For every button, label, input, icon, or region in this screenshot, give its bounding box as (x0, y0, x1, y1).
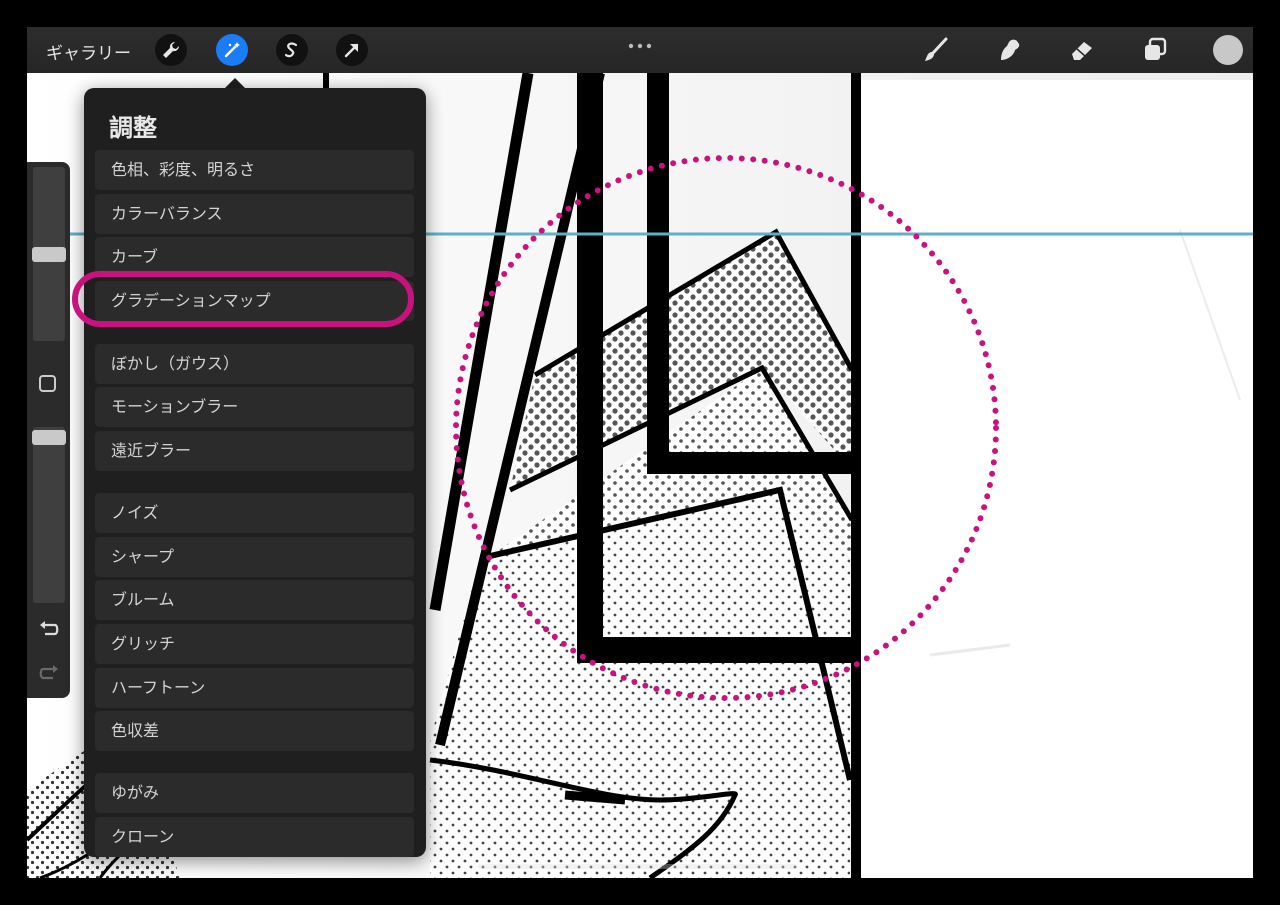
gallery-button[interactable]: ギャラリー (46, 39, 131, 64)
menu-item-motion-blur[interactable]: モーションブラー (95, 387, 414, 427)
menu-item-hue-saturation-brightness[interactable]: 色相、彩度、明るさ (95, 150, 414, 190)
menu-item-noise[interactable]: ノイズ (95, 493, 414, 533)
opacity-thumb[interactable] (32, 430, 66, 446)
color-swatch-icon[interactable] (1213, 35, 1243, 65)
layers-icon[interactable] (1139, 36, 1171, 64)
panel-title: 調整 (109, 114, 157, 142)
left-sidebar (27, 162, 70, 698)
opacity-slider[interactable] (33, 427, 65, 603)
menu-item-bloom[interactable]: ブルーム (95, 580, 414, 620)
adjustments-panel: 調整 色相、彩度、明るさ カラーバランス カーブ グラデーションマップ ぼかし（… (84, 88, 426, 857)
more-dots-icon[interactable] (627, 35, 653, 54)
menu-item-glitch[interactable]: グリッチ (95, 624, 414, 664)
procreate-app: ギャラリー 調整 色相、彩度、明るさ カラーバランス カーブ グラデーションマッ… (0, 0, 1280, 905)
magic-wand-icon[interactable] (216, 34, 248, 66)
eraser-icon[interactable] (1066, 36, 1098, 64)
brush-icon[interactable] (920, 36, 952, 64)
redo-icon[interactable] (38, 663, 60, 687)
gradient-map-highlight (72, 271, 414, 327)
undo-icon[interactable] (38, 619, 60, 643)
menu-item-halftone[interactable]: ハーフトーン (95, 668, 414, 708)
home-indicator (478, 864, 798, 869)
wrench-icon[interactable] (155, 34, 187, 66)
menu-item-liquify[interactable]: ゆがみ (95, 773, 414, 813)
menu-item-chromatic-aberration[interactable]: 色収差 (95, 711, 414, 751)
arrow-cursor-icon[interactable] (336, 34, 368, 66)
square-modify-icon[interactable] (39, 375, 56, 392)
menu-item-clone[interactable]: クローン (95, 817, 414, 857)
smudge-icon[interactable] (993, 36, 1025, 64)
menu-item-color-balance[interactable]: カラーバランス (95, 194, 414, 234)
selection-s-icon[interactable] (276, 34, 308, 66)
brush-size-thumb[interactable] (32, 246, 66, 262)
menu-item-perspective-blur[interactable]: 遠近ブラー (95, 431, 414, 471)
menu-item-sharpen[interactable]: シャープ (95, 537, 414, 577)
menu-item-gaussian-blur[interactable]: ぼかし（ガウス） (95, 344, 414, 384)
top-toolbar: ギャラリー (27, 27, 1253, 73)
